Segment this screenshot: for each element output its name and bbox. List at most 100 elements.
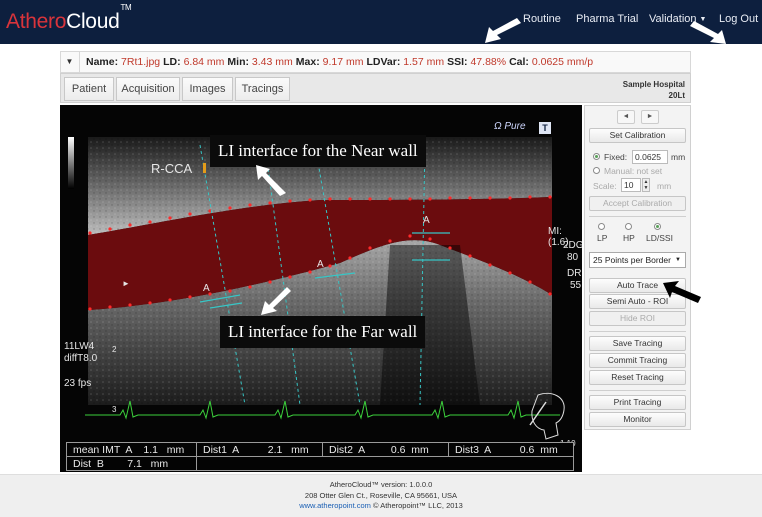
focus-marker-icon: ► xyxy=(122,279,130,288)
next-image-button[interactable]: ► xyxy=(641,110,659,124)
footer-address: 208 Otter Glen Ct., Roseville, CA 95661,… xyxy=(304,490,458,500)
logout-pointer-arrow-icon xyxy=(690,21,726,44)
save-tracing-button[interactable]: Save Tracing xyxy=(589,336,686,351)
name-label: Name: xyxy=(86,56,119,68)
depth-marker-3: 3 xyxy=(112,405,117,414)
orientation-marker xyxy=(203,163,206,173)
footer-copyright: © Atheropoint™ LLC, 2013 xyxy=(370,501,463,510)
ldvar-value: 1.57 mm xyxy=(403,56,445,68)
cal-label: Cal: xyxy=(509,56,529,68)
mode-readout-2: 80 xyxy=(567,252,579,263)
footer-version: AtheroCloud™ version: 1.0.0.0 xyxy=(329,480,433,489)
hospital-info: Sample Hospital 20Lt xyxy=(623,79,685,101)
transducer-mark: T xyxy=(539,122,551,134)
chevron-down-icon: ▼ xyxy=(65,57,74,66)
dist2-cell: Dist2 A 0.6 mm xyxy=(323,443,449,457)
marker-a-1: A xyxy=(203,283,210,294)
set-calibration-button[interactable]: Set Calibration xyxy=(589,128,686,143)
image-info: Name: 7Rt1.jpg LD: 6.84 mm Min: 3.43 mm Max… xyxy=(86,56,596,68)
ssi-value: 47.88% xyxy=(470,56,507,68)
ldvar-label: LDVar: xyxy=(366,56,401,68)
footer: AtheroCloud™ version: 1.0.0.0 208 Otter … xyxy=(0,474,762,517)
name-value: 7Rt1.jpg xyxy=(121,56,161,68)
nav-routine[interactable]: Routine xyxy=(523,13,561,25)
fps-readout: 23 fps xyxy=(64,378,92,389)
far-wall-arrow-icon xyxy=(261,287,291,315)
ssi-label: SSI: xyxy=(447,56,468,68)
dist-b-cell: Dist B 7.1 mm xyxy=(67,457,197,471)
measurement-table: mean IMT A 1.1 mm Dist1 A 2.1 mm Dist2 A… xyxy=(66,442,574,471)
fixed-calibration-input[interactable] xyxy=(632,150,668,164)
ldssi-radio[interactable] xyxy=(654,223,661,230)
probe-readout-2: diffT8.0 xyxy=(64,353,98,364)
scale-spinner[interactable]: ▲ ▼ xyxy=(642,178,650,192)
marker-a-3: A xyxy=(423,215,430,226)
tab-tracings[interactable]: Tracings xyxy=(235,77,290,101)
ld-label: LD: xyxy=(163,56,181,68)
near-wall-arrow-icon xyxy=(256,165,286,196)
ldssi-label: LD/SSI xyxy=(646,233,673,243)
min-label: Min: xyxy=(227,56,249,68)
hp-radio[interactable] xyxy=(625,223,632,230)
control-panel: ◄ ► Set Calibration Fixed: mm Manual: no… xyxy=(584,105,691,430)
reset-tracing-button[interactable]: Reset Tracing xyxy=(589,370,686,385)
fixed-unit: mm xyxy=(671,152,686,162)
monitor-button[interactable]: Monitor xyxy=(589,412,686,427)
print-tracing-button[interactable]: Print Tracing xyxy=(589,395,686,410)
accept-calibration-button[interactable]: Accept Calibration xyxy=(589,196,686,211)
scale-label: Scale: xyxy=(593,181,617,191)
max-value: 9.17 mm xyxy=(322,56,364,68)
scale-input[interactable] xyxy=(621,178,641,192)
divider xyxy=(589,390,686,391)
probe-readout-1: 11LW4 xyxy=(64,341,95,352)
grayscale-bar xyxy=(68,137,74,189)
scale-unit: mm xyxy=(657,181,672,191)
lp-radio[interactable] xyxy=(598,223,605,230)
mode-readout-1: 2DG xyxy=(563,240,582,251)
manual-label: Manual: not set xyxy=(604,166,663,176)
mode-readout-4: 55 xyxy=(570,280,582,291)
hp-label: HP xyxy=(623,233,635,243)
brand-mark: Ω Pure xyxy=(494,121,526,132)
ld-value: 6.84 mm xyxy=(183,56,225,68)
tab-patient[interactable]: Patient xyxy=(64,77,114,101)
marker-a-2: A xyxy=(317,259,324,270)
routine-pointer-arrow-icon xyxy=(485,18,521,43)
commit-tracing-button[interactable]: Commit Tracing xyxy=(589,353,686,368)
min-value: 3.43 mm xyxy=(251,56,293,68)
lp-label: LP xyxy=(597,233,608,243)
chevron-down-icon: ▼ xyxy=(675,257,681,263)
footer-copyright-line: www.atheropoint.com © Atheropoint™ LLC, … xyxy=(0,501,762,512)
max-label: Max: xyxy=(295,56,320,68)
brand-part2: Cloud xyxy=(66,10,120,33)
fixed-radio[interactable] xyxy=(593,153,600,160)
fixed-label: Fixed: xyxy=(604,152,628,162)
prev-image-button[interactable]: ◄ xyxy=(617,110,635,124)
ultrasound-image-viewer[interactable]: R-CCA Ω Pure T MI:(1.6) 2DG 80 DR 55 11L… xyxy=(60,105,582,472)
info-dropdown-toggle[interactable]: ▼ xyxy=(60,51,80,73)
divider xyxy=(589,216,686,217)
auto-trace-pointer-arrow-icon xyxy=(663,281,701,303)
mean-imt-cell: mean IMT A 1.1 mm xyxy=(67,443,197,457)
dist3-cell: Dist3 A 0.6 mm xyxy=(449,443,573,457)
manual-radio[interactable] xyxy=(593,167,600,174)
mode-readout-3: DR xyxy=(567,268,582,279)
vessel-label: R-CCA xyxy=(151,161,193,176)
brand-part1: Athero xyxy=(6,10,67,33)
footer-link[interactable]: www.atheropoint.com xyxy=(299,501,371,510)
cal-value: 0.0625 mm/p xyxy=(531,56,594,68)
depth-marker-2: 2 xyxy=(112,345,117,354)
tab-acquisition[interactable]: Acquisition xyxy=(116,77,180,101)
divider xyxy=(589,331,686,332)
brand-logo[interactable]: AtheroCloudTM xyxy=(6,3,132,34)
hide-roi-button[interactable]: Hide ROI xyxy=(589,311,686,326)
brand-tm: TM xyxy=(120,3,132,12)
points-per-border-select[interactable]: 25 Points per Border ▼ xyxy=(589,252,686,268)
nav-pharma-trial[interactable]: Pharma Trial xyxy=(576,13,638,25)
points-per-border-value: 25 Points per Border xyxy=(593,255,671,265)
far-wall-callout: LI interface for the Far wall xyxy=(220,316,426,348)
hospital-name: Sample Hospital xyxy=(622,80,685,89)
near-wall-callout: LI interface for the Near wall xyxy=(210,135,426,167)
hospital-sub: 20Lt xyxy=(668,91,685,100)
tab-images[interactable]: Images xyxy=(182,77,233,101)
